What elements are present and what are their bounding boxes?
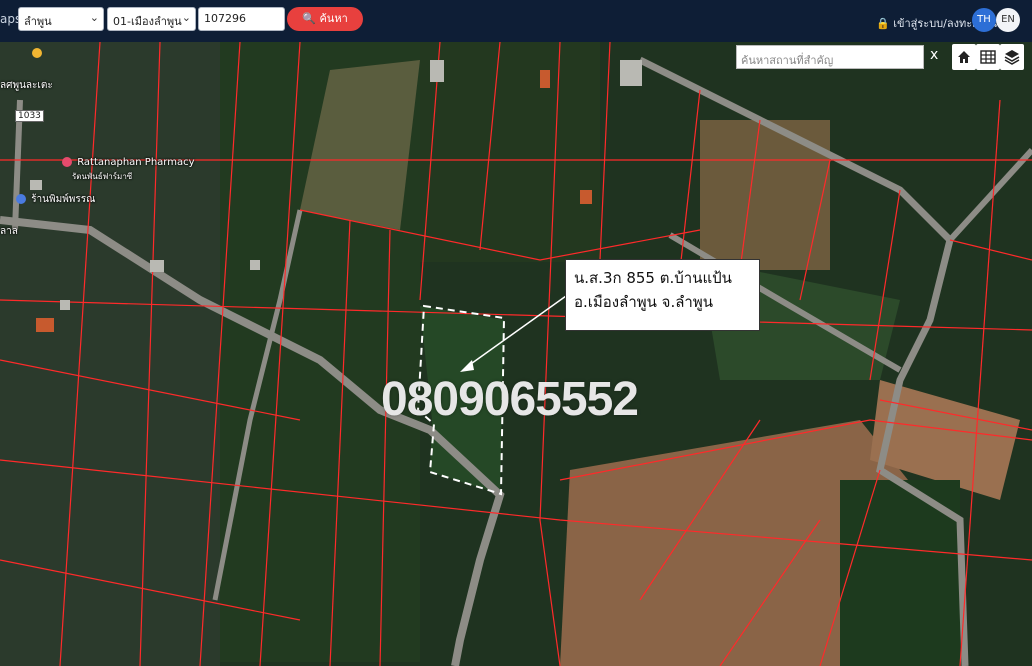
parcel-callout: น.ส.3ก 855 ต.บ้านแป้น อ.เมืองลำพูน จ.ลำพ…	[565, 259, 760, 331]
map-view[interactable]: Rattanaphan Pharmacy รัตนพันธ์ฟาร์มาซี ร…	[0, 42, 1032, 666]
poi-partial-label: ลศพูนละเตะ	[0, 80, 53, 91]
pharmacy-pin-icon	[62, 157, 72, 167]
grid-icon	[980, 50, 996, 64]
phone-number-overlay: 0809065552	[381, 373, 639, 426]
callout-line1: น.ส.3ก 855 ต.บ้านแป้น	[574, 269, 732, 287]
poi-marker[interactable]	[32, 48, 44, 59]
province-select-value: ลำพูน	[24, 15, 52, 28]
poi-pharmacy-name: Rattanaphan Pharmacy	[77, 157, 195, 168]
poi-print-shop-name: ร้านพิมพ์พรรณ	[31, 194, 96, 205]
chevron-down-icon: ⌄	[181, 11, 191, 24]
poi-partial-label: ลาล	[0, 226, 18, 237]
poi-print-shop[interactable]: ร้านพิมพ์พรรณ	[16, 192, 95, 207]
satellite-map	[0, 42, 1032, 666]
chevron-down-icon: ⌄	[89, 11, 99, 24]
home-button[interactable]	[952, 44, 976, 70]
village-area	[0, 42, 220, 666]
lang-th-button[interactable]: TH	[972, 8, 996, 32]
search-button-label: ค้นหา	[319, 12, 348, 25]
layers-icon	[1004, 50, 1020, 65]
route-badge: 1033	[15, 110, 44, 122]
parcel-number-input[interactable]: 107296	[198, 7, 285, 31]
place-search-input[interactable]: ค้นหาสถานที่สำคัญ	[736, 45, 924, 69]
top-toolbar: aps ลำพูน ⌄ 01-เมืองลำพูน ⌄ 107296 🔍 ค้น…	[0, 0, 1032, 42]
lock-icon: 🔒	[876, 17, 890, 30]
parcel-number-value: 107296	[204, 12, 246, 25]
search-button[interactable]: 🔍 ค้นหา	[287, 7, 363, 31]
province-select[interactable]: ลำพูน ⌄	[18, 7, 104, 31]
poi-pin-icon	[32, 48, 42, 58]
callout-line2: อ.เมืองลำพูน จ.ลำพูน	[574, 293, 713, 311]
district-select-value: 01-เมืองลำพูน	[113, 15, 182, 28]
poi-pharmacy[interactable]: Rattanaphan Pharmacy	[62, 157, 195, 168]
orchard-area	[420, 42, 600, 262]
shop-pin-icon	[16, 194, 26, 204]
lang-en-button[interactable]: EN	[996, 8, 1020, 32]
district-select[interactable]: 01-เมืองลำพูน ⌄	[107, 7, 196, 31]
clear-search-button[interactable]: x	[930, 47, 938, 63]
home-icon	[958, 51, 970, 63]
poi-pharmacy-thai: รัตนพันธ์ฟาร์มาซี	[72, 172, 133, 181]
grid-button[interactable]	[976, 44, 1000, 70]
search-icon: 🔍	[302, 12, 316, 25]
layers-button[interactable]	[1000, 44, 1024, 70]
